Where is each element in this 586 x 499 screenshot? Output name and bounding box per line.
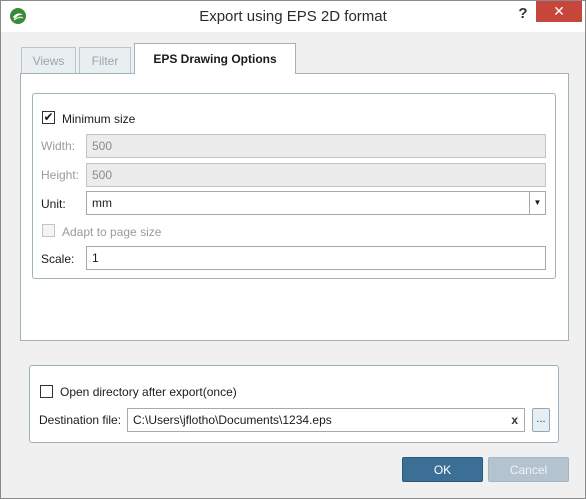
export-dialog: Export using EPS 2D format ? ✕ Views Fil…: [0, 0, 586, 499]
unit-label: Unit:: [41, 197, 66, 211]
tab-panel: ✔ Minimum size Width: 500 Height: 500 Un…: [20, 73, 569, 341]
scale-label: Scale:: [41, 252, 75, 266]
destination-file-field[interactable]: C:\Users\jflotho\Documents\1234.eps x: [127, 408, 525, 432]
height-field[interactable]: 500: [86, 163, 546, 187]
open-directory-checkbox[interactable]: [40, 385, 53, 398]
width-field[interactable]: 500: [86, 134, 546, 158]
width-label: Width:: [41, 139, 76, 153]
adapt-to-page-label: Adapt to page size: [62, 225, 162, 239]
tab-eps-drawing-options[interactable]: EPS Drawing Options: [134, 43, 296, 74]
height-label: Height:: [41, 168, 80, 182]
chevron-down-icon[interactable]: ▼: [529, 192, 545, 214]
tab-views[interactable]: Views: [21, 47, 76, 73]
ok-button[interactable]: OK: [402, 457, 483, 482]
unit-select[interactable]: mm ▼: [86, 191, 546, 215]
browse-button[interactable]: ...: [532, 408, 550, 432]
title-bar: Export using EPS 2D format ? ✕: [1, 1, 585, 32]
clear-icon[interactable]: x: [511, 409, 518, 431]
minimum-size-checkbox[interactable]: ✔: [42, 111, 55, 124]
destination-file-label: Destination file:: [39, 413, 122, 427]
window-title: Export using EPS 2D format: [199, 8, 387, 25]
drawing-options-group: ✔ Minimum size Width: 500 Height: 500 Un…: [32, 93, 556, 279]
open-directory-label: Open directory after export(once): [60, 385, 237, 399]
scale-field[interactable]: 1: [86, 246, 546, 270]
close-button[interactable]: ✕: [536, 1, 582, 22]
destination-file-path: C:\Users\jflotho\Documents\1234.eps: [133, 413, 332, 427]
cancel-button[interactable]: Cancel: [488, 457, 569, 482]
unit-selected-value: mm: [92, 196, 112, 210]
minimum-size-label: Minimum size: [62, 112, 136, 126]
adapt-to-page-checkbox[interactable]: [42, 224, 55, 237]
destination-group: Open directory after export(once) Destin…: [29, 365, 559, 443]
help-button[interactable]: ?: [512, 4, 534, 24]
tab-filter[interactable]: Filter: [79, 47, 131, 73]
